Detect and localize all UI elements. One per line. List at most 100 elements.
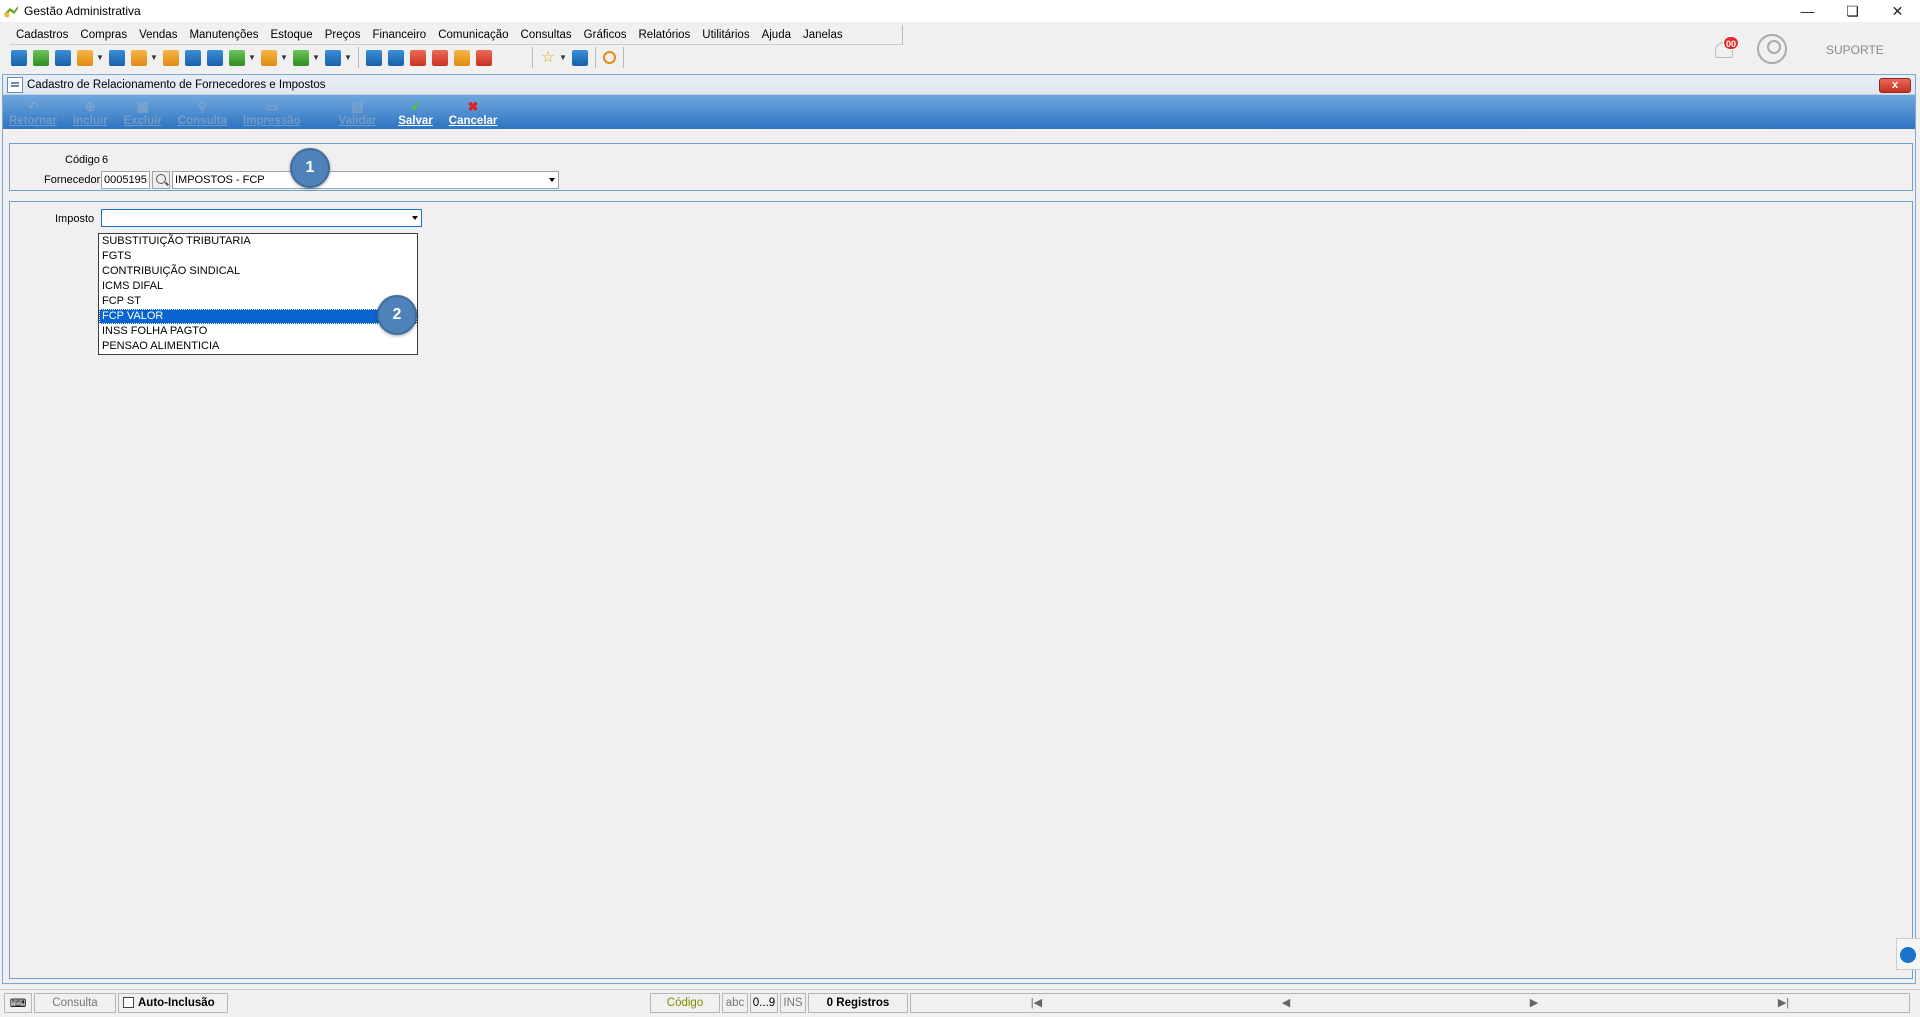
validar-button[interactable]: ▤ Validar (339, 97, 377, 129)
chevron-down-icon[interactable]: ▼ (344, 50, 352, 66)
star-icon[interactable]: ☆ (540, 49, 556, 66)
fornecedor-select[interactable]: IMPOSTOS - FCP (172, 171, 559, 189)
chevron-down-icon[interactable]: ▼ (280, 50, 288, 66)
document-icon[interactable] (109, 49, 125, 66)
next-record-icon[interactable]: ▶ (1530, 996, 1538, 1009)
notifications-bell-icon[interactable]: 00 (1713, 36, 1739, 62)
calculator-icon[interactable] (388, 49, 404, 66)
menu-manutencoes[interactable]: Manutenções (183, 29, 264, 41)
print-icon[interactable] (325, 49, 341, 66)
calculator-icon[interactable] (185, 49, 201, 66)
imposto-option[interactable]: CONTRIBUIÇÃO SINDICAL (99, 264, 417, 279)
imposto-option[interactable]: SUBSTITUIÇÃO TRIBUTARIA (99, 234, 417, 249)
search-icon: ⚲ (197, 99, 208, 114)
menu-relatorios[interactable]: Relatórios (633, 29, 697, 41)
previous-record-icon[interactable]: ◀ (1282, 996, 1290, 1009)
salvar-button[interactable]: ✔ Salvar (398, 97, 433, 129)
chevron-down-icon[interactable]: ▼ (248, 50, 256, 66)
app-title: Gestão Administrativa (24, 4, 141, 18)
validate-icon: ▤ (351, 99, 364, 114)
report-icon[interactable] (432, 49, 448, 66)
info-icon[interactable] (572, 49, 588, 66)
record-navigator: |◀ ◀ ▶ ▶| (910, 992, 1910, 1013)
cart-icon[interactable] (229, 49, 245, 66)
box-icon[interactable] (131, 49, 147, 66)
retornar-button[interactable]: ↶ Retornar (9, 97, 57, 129)
auto-inclusao-checkbox[interactable] (123, 997, 134, 1008)
consulta-button[interactable]: ⚲ Consulta (178, 97, 227, 129)
menu-cadastros[interactable]: Cadastros (10, 29, 74, 41)
minimize-button[interactable]: — (1785, 0, 1830, 22)
status-num: 0...9 (750, 992, 778, 1013)
zoom-document-icon[interactable] (476, 49, 492, 66)
status-mode: Consulta (34, 992, 116, 1013)
money-icon[interactable] (293, 49, 309, 66)
imposto-option[interactable]: PENSAO ALIMENTICIA (99, 339, 417, 354)
menu-vendas[interactable]: Vendas (133, 29, 183, 41)
status-field: Código (650, 992, 720, 1013)
restore-button[interactable]: ❏ (1830, 0, 1875, 22)
keyboard-icon[interactable]: ⌨ (4, 992, 32, 1013)
first-record-icon[interactable]: |◀ (1031, 996, 1042, 1009)
chevron-down-icon[interactable]: ▼ (96, 50, 104, 66)
menu-consultas[interactable]: Consultas (515, 29, 578, 41)
menu-compras[interactable]: Compras (74, 29, 133, 41)
chevron-down-icon[interactable]: ▼ (150, 50, 158, 66)
menu-precos[interactable]: Preços (319, 29, 367, 41)
callout-1: 1 (290, 148, 330, 188)
menu-graficos[interactable]: Gráficos (578, 29, 633, 41)
user-icon[interactable] (163, 49, 179, 66)
cancelar-button[interactable]: ✖ Cancelar (449, 97, 498, 129)
user-avatar-icon[interactable] (1757, 34, 1787, 64)
fornecedor-code-input[interactable]: 0005195 (101, 171, 150, 189)
grid-icon[interactable] (366, 49, 382, 66)
form-title-bar: Cadastro de Relacionamento de Fornecedor… (3, 75, 1915, 95)
fornecedor-search-icon[interactable] (152, 171, 170, 189)
incluir-button[interactable]: ⊕ Incluir (73, 97, 108, 129)
menu-utilitarios[interactable]: Utilitários (696, 29, 755, 41)
imposto-option[interactable]: ICMS DIFAL (99, 279, 417, 294)
close-button[interactable]: ✕ (1875, 0, 1920, 22)
imposto-select[interactable] (101, 209, 422, 227)
callout-2: 2 (377, 295, 417, 335)
excluir-button[interactable]: ▦ Excluir (123, 97, 161, 129)
codigo-value: 6 (102, 154, 109, 166)
menu-financeiro[interactable]: Financeiro (367, 29, 433, 41)
form-window: Cadastro de Relacionamento de Fornecedor… (2, 74, 1916, 984)
imposto-option[interactable]: FCP ST (99, 294, 417, 309)
chevron-down-icon[interactable]: ▼ (559, 50, 567, 66)
codigo-label: Código (65, 154, 100, 166)
remote-support-icon[interactable] (1896, 938, 1920, 970)
notification-badge: 00 (1723, 36, 1739, 50)
calendar-icon[interactable] (410, 49, 426, 66)
menu-janelas[interactable]: Janelas (797, 29, 849, 41)
menu-estoque[interactable]: Estoque (265, 29, 319, 41)
check-icon: ✔ (410, 99, 421, 114)
imposto-option[interactable]: INSS FOLHA PAGTO (99, 324, 417, 339)
chevron-down-icon[interactable]: ▼ (312, 50, 320, 66)
form-close-button[interactable]: x (1879, 78, 1911, 93)
status-ins: INS (780, 992, 806, 1013)
tag-icon[interactable] (261, 49, 277, 66)
id-card-icon[interactable] (207, 49, 223, 66)
app-icon (3, 3, 19, 19)
imposto-option[interactable]: FGTS (99, 249, 417, 264)
folder-icon[interactable] (11, 49, 27, 66)
people-icon[interactable] (33, 49, 49, 66)
menu-ajuda[interactable]: Ajuda (756, 29, 797, 41)
auto-inclusao-toggle[interactable]: Auto-Inclusão (118, 992, 228, 1013)
print-icon: ▭ (265, 99, 278, 114)
list-icon[interactable] (77, 49, 93, 66)
main-toolbar: ▼ ▼ ▼ ▼ ▼ ▼ ☆ ▼ (8, 47, 628, 68)
add-icon: ⊕ (84, 99, 96, 114)
last-record-icon[interactable]: ▶| (1778, 996, 1789, 1009)
clock-icon[interactable] (454, 49, 470, 66)
power-icon[interactable] (603, 51, 616, 64)
menu-comunicacao[interactable]: Comunicação (432, 29, 514, 41)
fornecedor-label: Fornecedor (44, 174, 101, 186)
auto-inclusao-label: Auto-Inclusão (138, 996, 215, 1009)
imposto-option-selected[interactable]: FCP VALOR (99, 309, 417, 324)
impressao-button[interactable]: ▭ Impressão (243, 97, 301, 129)
card-icon[interactable] (55, 49, 71, 66)
status-registros: 0 Registros (808, 992, 908, 1013)
